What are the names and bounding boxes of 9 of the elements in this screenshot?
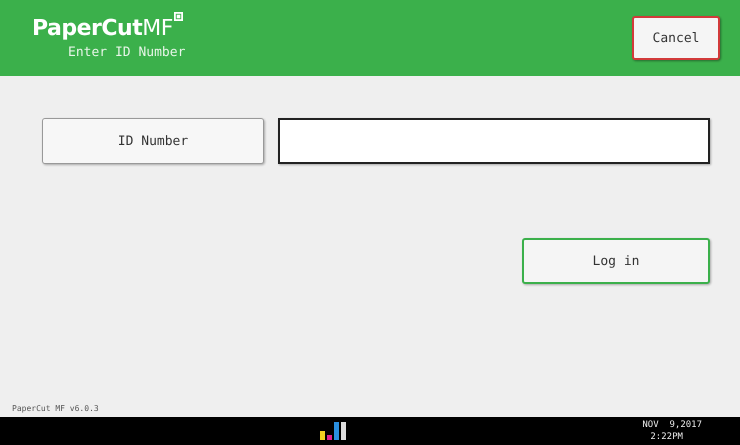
- cancel-button[interactable]: Cancel: [632, 16, 720, 60]
- id-number-field[interactable]: [278, 118, 710, 164]
- id-number-button[interactable]: ID Number: [42, 118, 264, 164]
- time-text: 2:22PM: [649, 431, 684, 443]
- login-button[interactable]: Log in: [522, 238, 710, 284]
- toner-level-icon: [319, 422, 347, 440]
- version-label: PaperCut MF v6.0.3: [11, 404, 100, 415]
- screen-subtitle: Enter ID Number: [68, 45, 186, 60]
- date-text: NOV 9,2017: [642, 419, 702, 431]
